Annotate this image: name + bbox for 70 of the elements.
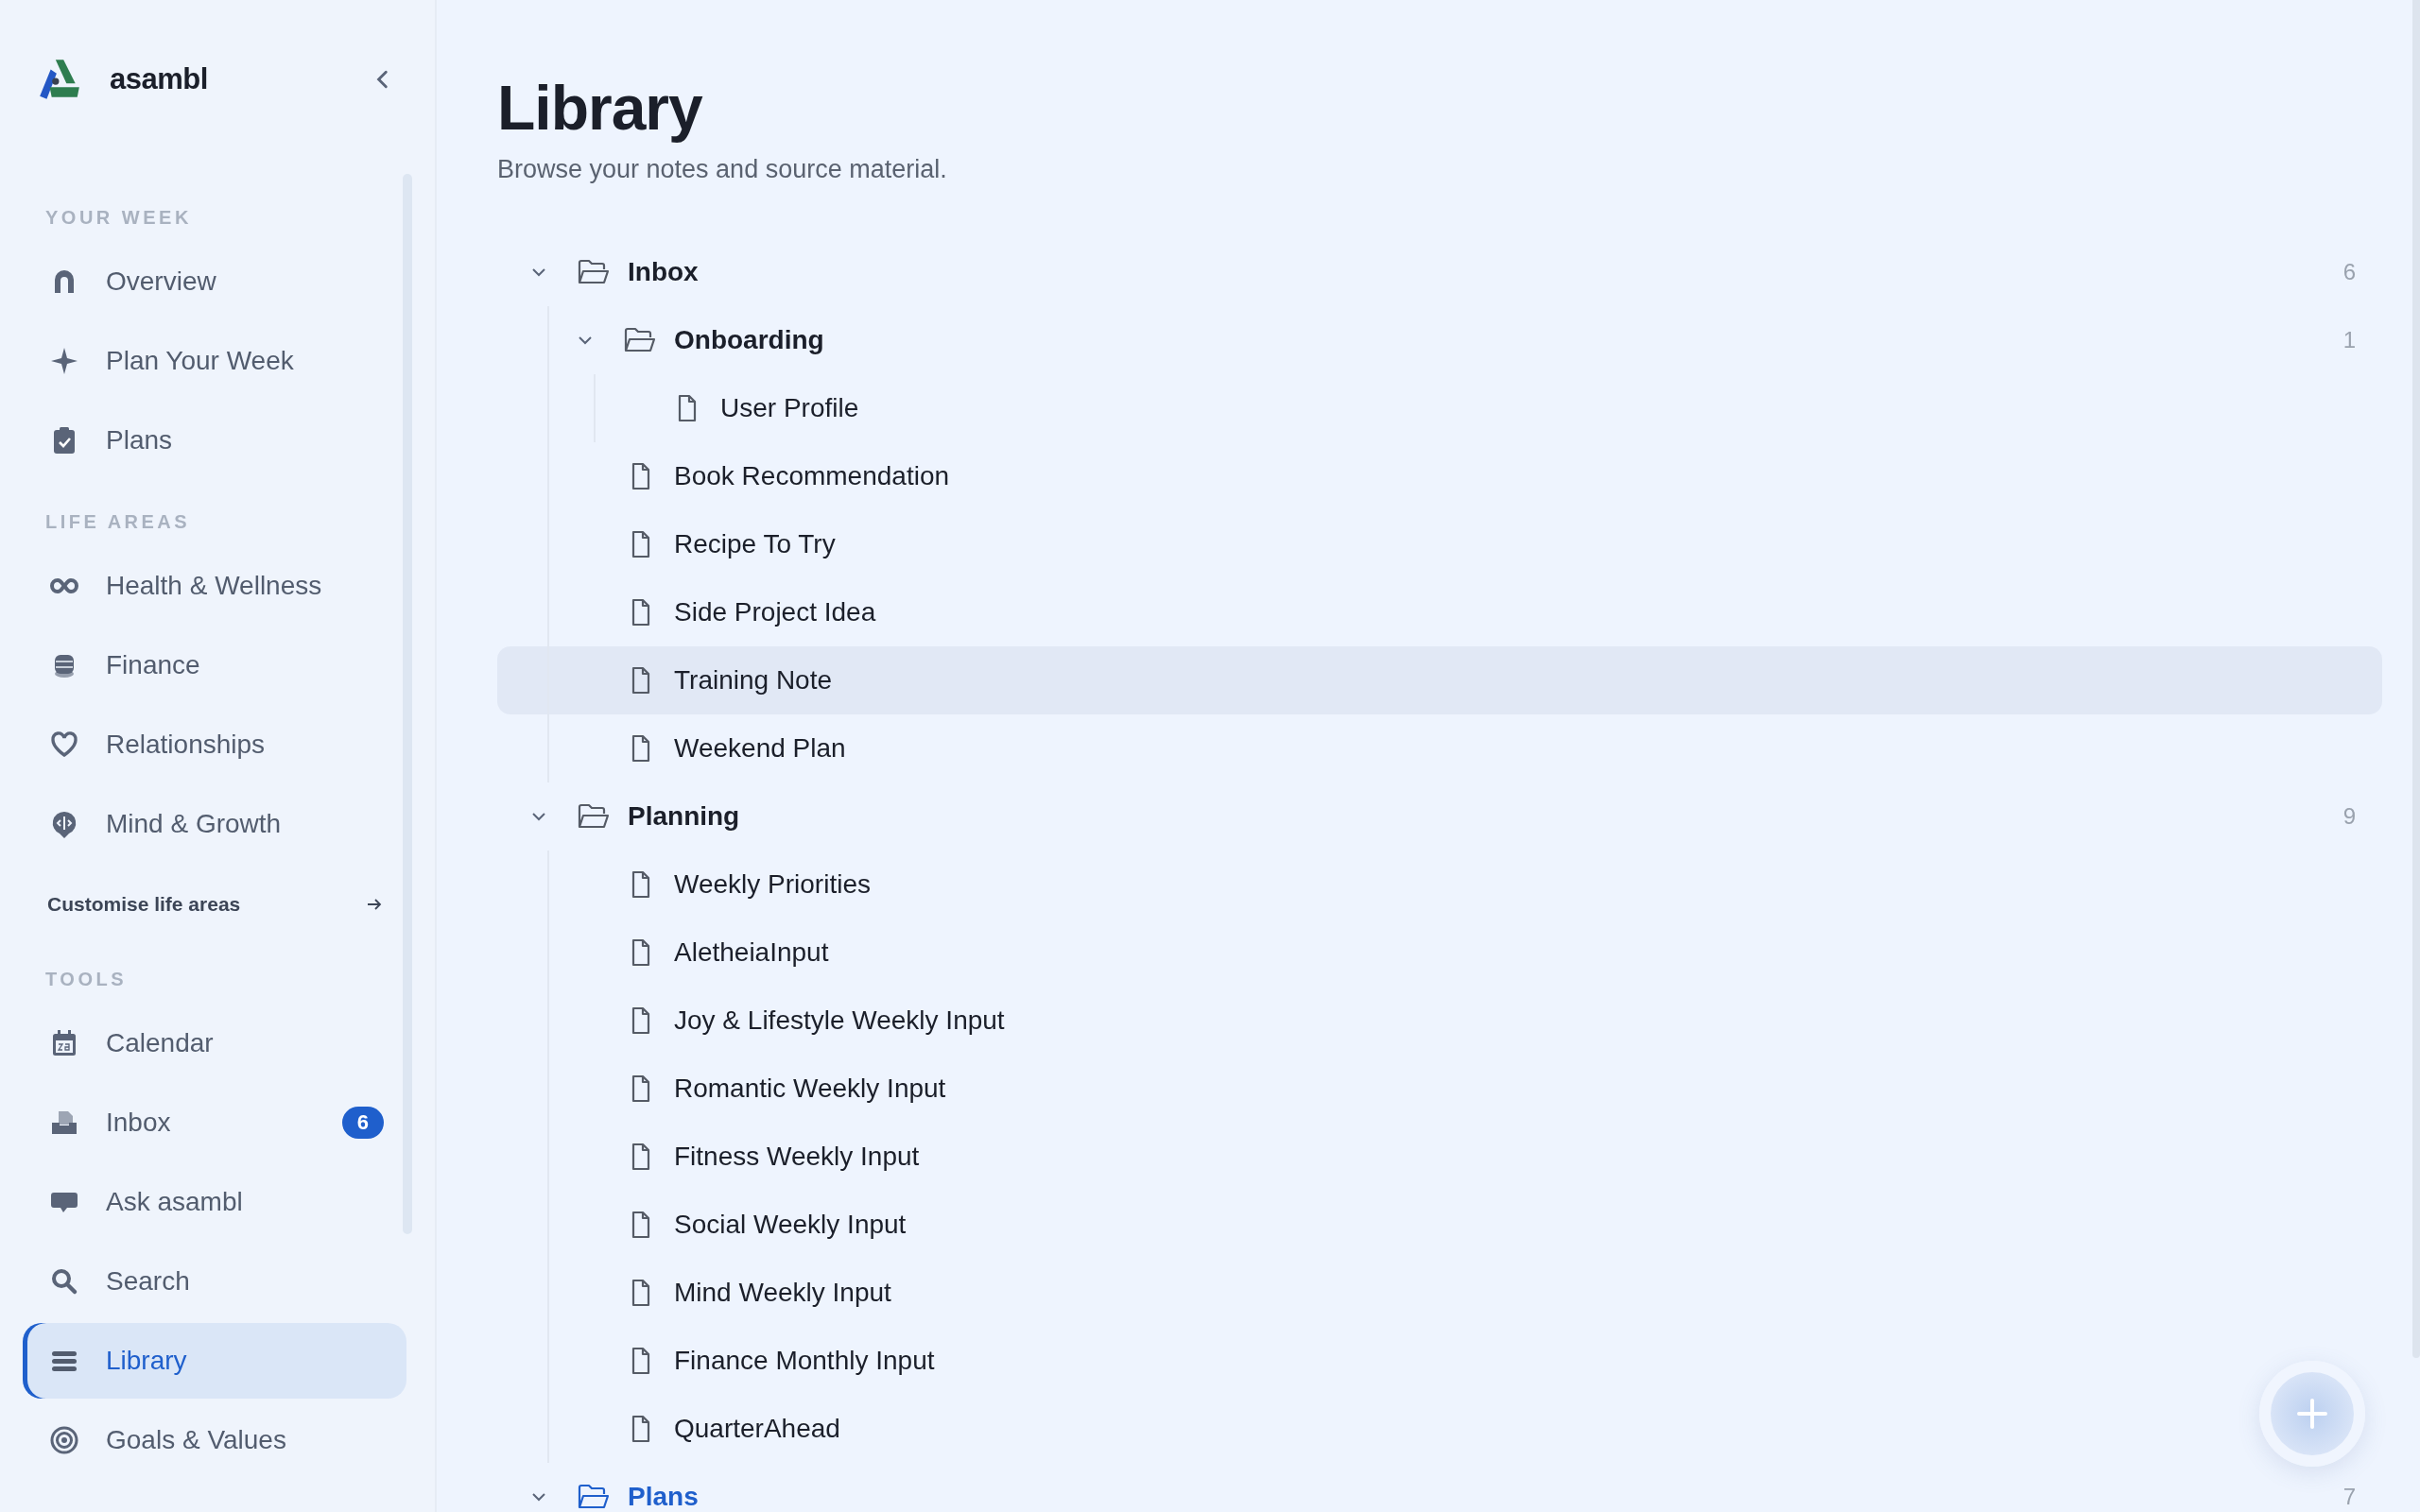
nav-item[interactable]: Plan Your Week [23, 321, 406, 401]
note-row[interactable]: Romantic Weekly Input [497, 1055, 2382, 1123]
search-icon [49, 1266, 79, 1297]
page-title: Library [497, 74, 704, 142]
note-title: Weekend Plan [674, 733, 847, 764]
note-title: Mind Weekly Input [674, 1278, 892, 1308]
folder-row[interactable]: Plans 7 [497, 1463, 2382, 1512]
note-row[interactable]: AletheiaInput [497, 919, 2382, 987]
folder-name: Plans [628, 1482, 700, 1512]
note-title: Book Recommendation [674, 461, 951, 491]
note-title: Side Project Idea [674, 597, 877, 627]
item-count: 7 [2342, 1484, 2356, 1510]
nav-item[interactable]: Inbox 6 [23, 1083, 406, 1162]
note-row[interactable]: Finance Monthly Input [497, 1327, 2382, 1395]
note-title: Training Note [674, 665, 834, 696]
note-row[interactable]: Side Project Idea [497, 578, 2382, 646]
note-row[interactable]: Weekly Priorities [497, 850, 2382, 919]
customise-link[interactable]: Customise life areas [47, 864, 384, 945]
nav-item[interactable]: Plans [23, 401, 406, 480]
note-title: User Profile [720, 393, 860, 423]
nav-item[interactable]: Overview [23, 242, 406, 321]
nav-item[interactable]: Library [23, 1323, 406, 1399]
folder-icon [623, 326, 657, 354]
section-heading: YOUR WEEK [44, 206, 193, 230]
note-row[interactable]: Book Recommendation [497, 442, 2382, 510]
folder-row[interactable]: Inbox 6 [497, 238, 2382, 306]
note-row[interactable]: Weekend Plan [497, 714, 2382, 782]
section-heading: TOOLS [44, 968, 129, 991]
folder-name: Planning [628, 801, 741, 832]
note-row[interactable]: QuarterAhead [497, 1395, 2382, 1463]
item-count: 6 [2342, 259, 2356, 285]
nav-item[interactable]: Finance [23, 626, 406, 705]
note-title: Finance Monthly Input [674, 1346, 936, 1376]
note-title: Weekly Priorities [674, 869, 872, 900]
item-count: 9 [2342, 803, 2356, 830]
nav-item[interactable]: Search [23, 1242, 406, 1321]
note-title: QuarterAhead [674, 1414, 841, 1444]
note-row[interactable]: User Profile [497, 374, 2382, 442]
target-icon [49, 1425, 79, 1455]
folder-row[interactable]: Planning 9 [497, 782, 2382, 850]
nav-item[interactable]: Mind & Growth [23, 784, 406, 864]
folder-name: Inbox [628, 257, 700, 287]
nav-item[interactable]: Relationships [23, 705, 406, 784]
note-title: Fitness Weekly Input [674, 1142, 921, 1172]
brand-name: asambl [110, 62, 209, 96]
heart-icon [49, 730, 79, 760]
nav-item[interactable]: Goals & Values [23, 1400, 406, 1480]
page-subtitle: Browse your notes and source material. [497, 154, 948, 185]
count-badge: 6 [341, 1107, 384, 1139]
folder-row[interactable]: Onboarding 1 [497, 306, 2382, 374]
note-title: Joy & Lifestyle Weekly Input [674, 1005, 1006, 1036]
nav-item[interactable]: Ask asambl [23, 1162, 406, 1242]
folder-name: Onboarding [674, 325, 825, 355]
nav-item[interactable]: Calendar [23, 1004, 406, 1083]
note-title: AletheiaInput [674, 937, 830, 968]
note-row[interactable]: Joy & Lifestyle Weekly Input [497, 987, 2382, 1055]
folder-icon [577, 802, 611, 831]
note-title: Recipe To Try [674, 529, 837, 559]
note-title: Romantic Weekly Input [674, 1074, 947, 1104]
item-count: 1 [2342, 327, 2356, 353]
note-title: Social Weekly Input [674, 1210, 908, 1240]
folder-icon [577, 258, 611, 286]
section-heading: LIFE AREAS [44, 510, 192, 534]
note-row[interactable]: Social Weekly Input [497, 1191, 2382, 1259]
note-row[interactable]: Fitness Weekly Input [497, 1123, 2382, 1191]
note-row[interactable]: Training Note [497, 646, 2382, 714]
note-row[interactable]: Mind Weekly Input [497, 1259, 2382, 1327]
folder-icon [577, 1483, 611, 1511]
nav-item[interactable]: Health & Wellness [23, 546, 406, 626]
note-row[interactable]: Recipe To Try [497, 510, 2382, 578]
